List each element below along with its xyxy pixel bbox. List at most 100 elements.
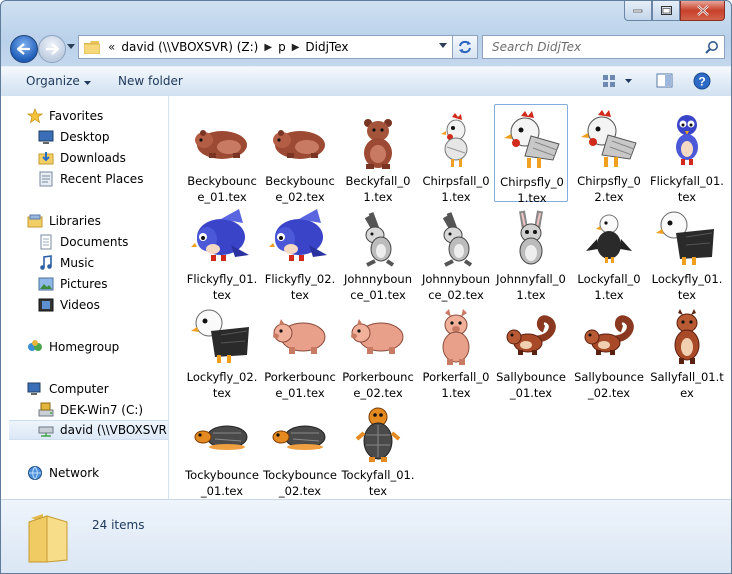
file-item[interactable]: Chirpsfly_02.tex (572, 104, 646, 204)
pictures-icon (38, 277, 54, 291)
file-item[interactable]: Beckyfall_01.tex (341, 104, 415, 204)
sprite-thumbnail (268, 206, 332, 270)
file-item[interactable]: Lockyfly_02.tex (185, 300, 259, 400)
file-name: Sallyfall_01.tex (650, 370, 724, 400)
forward-button[interactable] (38, 35, 66, 63)
sidebar-label: Libraries (49, 214, 101, 228)
file-name: Chirpsfall_01.tex (422, 174, 490, 204)
sidebar-item-music[interactable]: Music (38, 253, 168, 273)
computer-icon (27, 382, 41, 395)
new-folder-button[interactable]: New folder (118, 74, 183, 88)
sidebar-item-favorites[interactable]: Favorites (27, 106, 168, 126)
file-item[interactable]: Tockyfall_01.tex (341, 398, 415, 498)
change-view-icon[interactable] (601, 72, 633, 90)
file-item[interactable]: Sallybounce_01.tex (494, 300, 568, 400)
arrow-right-icon (46, 43, 59, 55)
sidebar-item-downloads[interactable]: Downloads (38, 148, 168, 168)
svg-text:?: ? (698, 75, 705, 89)
command-bar: Organize New folder ? (1, 66, 731, 97)
file-name: Lockyfall_01.tex (577, 272, 641, 302)
file-item[interactable]: Johnnybounce_01.tex (341, 202, 415, 302)
sidebar-item-network-drive[interactable]: david (\\VBOXSVR) ( (9, 420, 168, 440)
file-item[interactable]: Tockybounce_02.tex (263, 398, 337, 498)
sprite-thumbnail (346, 206, 410, 270)
file-name: Johnnybounce_01.tex (343, 272, 412, 302)
file-item[interactable]: Tockybounce_01.tex (185, 398, 259, 498)
sidebar-item-libraries[interactable]: Libraries (27, 211, 168, 231)
address-bar[interactable]: « david (\\VBOXSVR) (Z:) ▶ p ▶ DidjTex (78, 35, 453, 59)
file-name: Chirpsfly_02.tex (577, 174, 641, 204)
preview-pane-icon[interactable] (656, 72, 674, 90)
sidebar-item-network[interactable]: Network (27, 463, 168, 483)
file-item[interactable]: Flickyfly_01.tex (185, 202, 259, 302)
sidebar-item-computer[interactable]: Computer (27, 379, 168, 399)
file-item[interactable]: Porkerbounce_01.tex (263, 300, 337, 400)
sidebar-item-documents[interactable]: Documents (38, 232, 168, 252)
file-item[interactable]: Lockyfly_01.tex (650, 202, 724, 302)
file-item[interactable]: Sallybounce_02.tex (572, 300, 646, 400)
sidebar-item-pictures[interactable]: Pictures (38, 274, 168, 294)
search-icon[interactable] (705, 40, 719, 54)
folder-icon (28, 514, 68, 563)
recent-pages-chevron-icon[interactable] (67, 44, 75, 49)
breadcrumb-p[interactable]: p (278, 40, 286, 54)
sprite-thumbnail (268, 304, 332, 368)
homegroup-icon (28, 340, 42, 351)
file-item[interactable]: Lockyfall_01.tex (572, 202, 646, 302)
back-button[interactable] (10, 35, 38, 63)
file-item[interactable]: Porkerbounce_02.tex (341, 300, 415, 400)
search-input[interactable] (490, 39, 694, 55)
sidebar-item-drive-c[interactable]: DEK-Win7 (C:) (38, 400, 168, 420)
file-name: Tockyfall_01.tex (341, 468, 415, 498)
breadcrumb-drive[interactable]: david (\\VBOXSVR) (Z:) (121, 40, 258, 54)
refresh-icon (459, 40, 471, 54)
file-name: Porkerfall_01.tex (422, 370, 490, 400)
file-item[interactable]: Beckybounce_01.tex (185, 104, 259, 204)
organize-menu[interactable]: Organize (26, 74, 91, 88)
maximize-button[interactable] (652, 1, 680, 21)
address-dropdown-icon[interactable] (439, 43, 447, 48)
file-item[interactable]: Porkerfall_01.tex (419, 300, 493, 400)
libraries-icon (27, 214, 43, 228)
file-item[interactable]: Johnnyfall_01.tex (494, 202, 568, 302)
file-item[interactable]: Chirpsfall_01.tex (419, 104, 493, 204)
breadcrumb-separator-icon[interactable]: ▶ (292, 42, 300, 53)
recent-places-icon (39, 171, 53, 187)
sprite-thumbnail (346, 108, 410, 172)
refresh-button[interactable] (452, 35, 478, 59)
sprite-thumbnail (190, 402, 254, 466)
sidebar-label: Network (49, 466, 100, 480)
file-name: Beckybounce_02.tex (265, 174, 335, 204)
file-name: Johnnybounce_02.tex (421, 272, 490, 302)
sidebar-label: Desktop (60, 130, 110, 144)
sidebar-item-videos[interactable]: Videos (38, 295, 168, 315)
file-item[interactable]: Beckybounce_02.tex (263, 104, 337, 204)
help-icon[interactable]: ? (693, 72, 711, 90)
sprite-thumbnail (500, 109, 564, 173)
address-overflow-chevron[interactable]: « (108, 40, 115, 54)
sprite-thumbnail (424, 108, 488, 172)
sprite-thumbnail (577, 304, 641, 368)
breadcrumb-didjtex[interactable]: DidjTex (305, 40, 348, 54)
organize-label: Organize (26, 74, 80, 88)
file-item[interactable]: Sallyfall_01.tex (650, 300, 724, 400)
sprite-thumbnail (268, 402, 332, 466)
file-name: Lockyfly_01.tex (651, 272, 723, 302)
sidebar-item-desktop[interactable]: Desktop (38, 127, 168, 147)
file-name: Tockybounce_01.tex (185, 468, 259, 498)
close-icon (696, 5, 709, 16)
sidebar-item-homegroup[interactable]: Homegroup (27, 337, 168, 357)
file-item[interactable]: Flickyfly_02.tex (263, 202, 337, 302)
minimize-button[interactable] (624, 1, 652, 21)
file-item[interactable]: Johnnybounce_02.tex (419, 202, 493, 302)
file-item[interactable]: Flickyfall_01.tex (650, 104, 724, 204)
file-item[interactable]: Chirpsfly_01.tex (494, 104, 568, 205)
breadcrumb-separator-icon[interactable]: ▶ (264, 42, 272, 53)
sidebar-label: Videos (60, 298, 100, 312)
maximize-icon (660, 6, 672, 15)
close-button[interactable] (680, 1, 725, 21)
sidebar-item-recent-places[interactable]: Recent Places (38, 169, 168, 189)
search-box[interactable] (482, 35, 725, 59)
navigation-pane: Favorites Desktop Downloads Recent Place… (1, 96, 169, 499)
sidebar-label: Favorites (49, 109, 104, 123)
